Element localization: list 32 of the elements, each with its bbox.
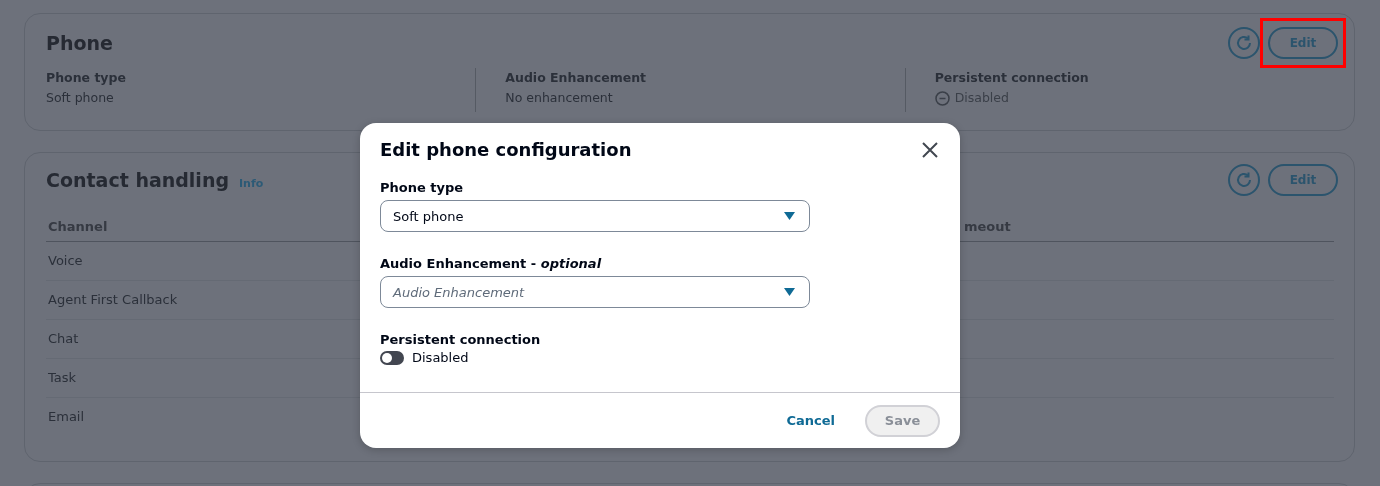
caret-icon: [784, 288, 795, 296]
cancel-button[interactable]: Cancel: [786, 409, 835, 432]
column-header: meout: [962, 212, 1334, 241]
edit-button[interactable]: Edit: [1268, 163, 1338, 196]
field-label: Persistent connection: [934, 69, 1090, 87]
info-link[interactable]: Info: [239, 176, 264, 190]
table-cell: Task: [48, 370, 77, 385]
toggle-label: Disabled: [412, 350, 469, 365]
field-value: Soft phone: [46, 89, 115, 107]
close-button[interactable]: [920, 139, 940, 160]
table-cell: Voice: [48, 253, 83, 268]
edit-button[interactable]: Edit: [1268, 27, 1338, 59]
dialog-title: Edit phone configuration: [380, 139, 632, 160]
field-label: Persistent connection: [380, 332, 542, 347]
field-label: Audio Enhancement - optional: [380, 256, 603, 271]
audio-enhancement-select[interactable]: Audio Enhancement: [380, 276, 810, 308]
toggle-switch[interactable]: [380, 350, 404, 365]
field-value: No enhancement: [505, 89, 614, 107]
card-title: Contact handling: [46, 168, 229, 191]
caret-icon: [784, 212, 795, 220]
field-label: Audio Enhancement: [505, 69, 647, 87]
refresh-icon: [1235, 170, 1253, 189]
refresh-icon: [1235, 34, 1253, 52]
minus-circle-icon: [934, 90, 950, 106]
field-label: Phone type: [380, 180, 465, 195]
table-cell: Chat: [48, 331, 79, 346]
table-cell: Agent First Callback: [48, 292, 178, 307]
card-title: Phone: [46, 32, 113, 54]
field-label: Phone type: [46, 69, 127, 87]
close-icon: [920, 139, 940, 160]
table-cell: Email: [48, 409, 85, 424]
phone-type-select[interactable]: Soft phone: [380, 200, 810, 232]
